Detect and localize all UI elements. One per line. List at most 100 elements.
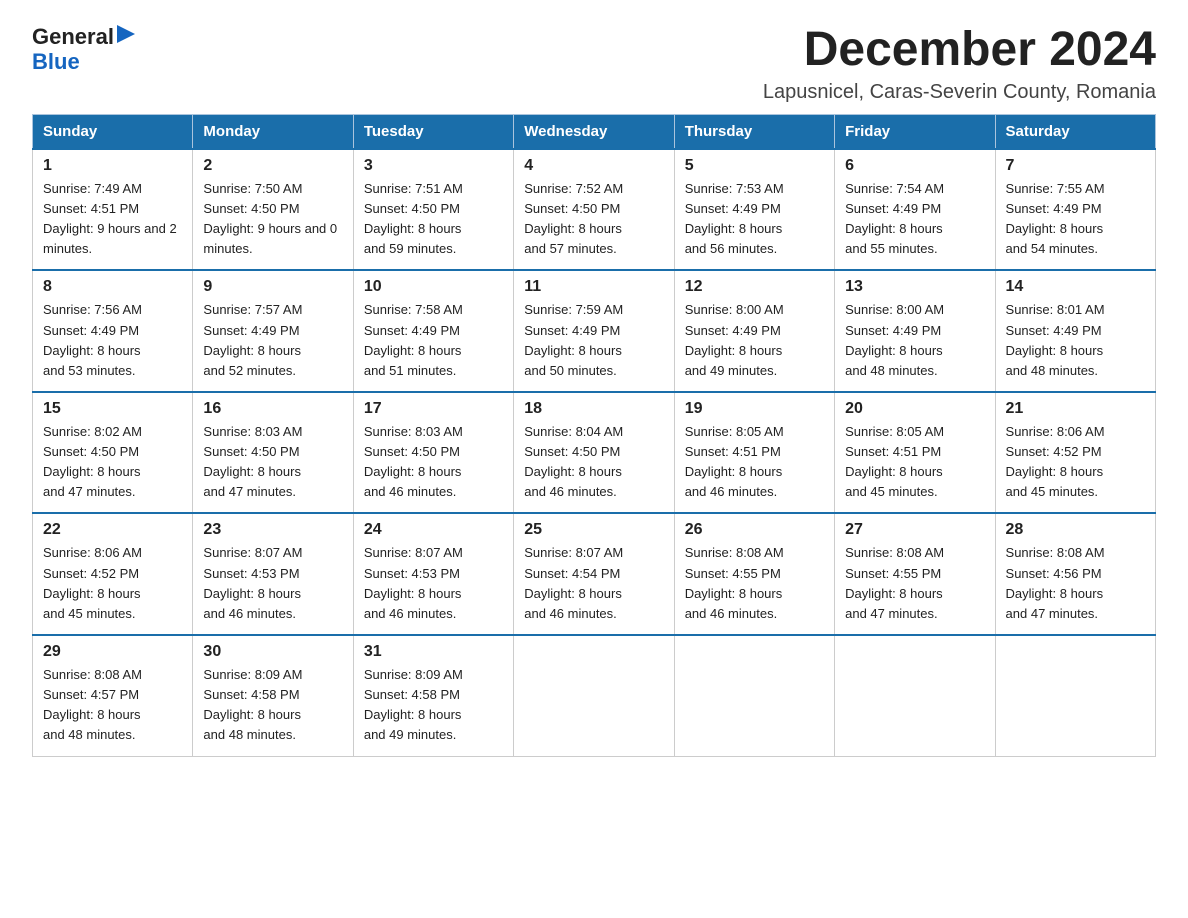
- calendar-cell: 24 Sunrise: 8:07 AMSunset: 4:53 PMDaylig…: [353, 513, 513, 635]
- calendar-week-row: 1 Sunrise: 7:49 AMSunset: 4:51 PMDayligh…: [33, 149, 1156, 271]
- calendar-cell: 7 Sunrise: 7:55 AMSunset: 4:49 PMDayligh…: [995, 149, 1155, 271]
- calendar-header-monday: Monday: [193, 114, 353, 149]
- logo-arrow-icon: [117, 25, 135, 43]
- day-info: Sunrise: 7:49 AMSunset: 4:51 PMDaylight:…: [43, 181, 177, 256]
- day-number: 24: [364, 521, 503, 539]
- day-info: Sunrise: 8:08 AMSunset: 4:56 PMDaylight:…: [1006, 545, 1105, 620]
- day-number: 11: [524, 278, 663, 296]
- day-info: Sunrise: 7:53 AMSunset: 4:49 PMDaylight:…: [685, 181, 784, 256]
- calendar-cell: 10 Sunrise: 7:58 AMSunset: 4:49 PMDaylig…: [353, 270, 513, 392]
- calendar-header-thursday: Thursday: [674, 114, 834, 149]
- calendar-week-row: 15 Sunrise: 8:02 AMSunset: 4:50 PMDaylig…: [33, 392, 1156, 514]
- day-info: Sunrise: 8:01 AMSunset: 4:49 PMDaylight:…: [1006, 302, 1105, 377]
- day-info: Sunrise: 8:09 AMSunset: 4:58 PMDaylight:…: [203, 667, 302, 742]
- day-info: Sunrise: 7:50 AMSunset: 4:50 PMDaylight:…: [203, 181, 337, 256]
- day-info: Sunrise: 7:57 AMSunset: 4:49 PMDaylight:…: [203, 302, 302, 377]
- calendar-cell: 13 Sunrise: 8:00 AMSunset: 4:49 PMDaylig…: [835, 270, 995, 392]
- calendar-week-row: 29 Sunrise: 8:08 AMSunset: 4:57 PMDaylig…: [33, 635, 1156, 756]
- calendar-header-friday: Friday: [835, 114, 995, 149]
- calendar-cell: 20 Sunrise: 8:05 AMSunset: 4:51 PMDaylig…: [835, 392, 995, 514]
- day-number: 7: [1006, 157, 1145, 175]
- day-info: Sunrise: 8:00 AMSunset: 4:49 PMDaylight:…: [685, 302, 784, 377]
- calendar-header-saturday: Saturday: [995, 114, 1155, 149]
- day-info: Sunrise: 7:55 AMSunset: 4:49 PMDaylight:…: [1006, 181, 1105, 256]
- calendar-cell: [514, 635, 674, 756]
- day-number: 27: [845, 521, 984, 539]
- day-info: Sunrise: 8:08 AMSunset: 4:57 PMDaylight:…: [43, 667, 142, 742]
- calendar-cell: 17 Sunrise: 8:03 AMSunset: 4:50 PMDaylig…: [353, 392, 513, 514]
- calendar-week-row: 8 Sunrise: 7:56 AMSunset: 4:49 PMDayligh…: [33, 270, 1156, 392]
- day-number: 30: [203, 643, 342, 661]
- day-number: 8: [43, 278, 182, 296]
- calendar-cell: 3 Sunrise: 7:51 AMSunset: 4:50 PMDayligh…: [353, 149, 513, 271]
- day-info: Sunrise: 8:04 AMSunset: 4:50 PMDaylight:…: [524, 424, 623, 499]
- calendar-cell: 26 Sunrise: 8:08 AMSunset: 4:55 PMDaylig…: [674, 513, 834, 635]
- day-number: 21: [1006, 400, 1145, 418]
- calendar-header-sunday: Sunday: [33, 114, 193, 149]
- calendar-cell: 21 Sunrise: 8:06 AMSunset: 4:52 PMDaylig…: [995, 392, 1155, 514]
- calendar-cell: 15 Sunrise: 8:02 AMSunset: 4:50 PMDaylig…: [33, 392, 193, 514]
- day-info: Sunrise: 8:07 AMSunset: 4:53 PMDaylight:…: [364, 545, 463, 620]
- day-number: 31: [364, 643, 503, 661]
- calendar-cell: 23 Sunrise: 8:07 AMSunset: 4:53 PMDaylig…: [193, 513, 353, 635]
- calendar-cell: 4 Sunrise: 7:52 AMSunset: 4:50 PMDayligh…: [514, 149, 674, 271]
- day-info: Sunrise: 8:07 AMSunset: 4:53 PMDaylight:…: [203, 545, 302, 620]
- day-number: 28: [1006, 521, 1145, 539]
- calendar-cell: [995, 635, 1155, 756]
- calendar-cell: [835, 635, 995, 756]
- calendar-cell: 19 Sunrise: 8:05 AMSunset: 4:51 PMDaylig…: [674, 392, 834, 514]
- day-number: 25: [524, 521, 663, 539]
- day-info: Sunrise: 8:06 AMSunset: 4:52 PMDaylight:…: [1006, 424, 1105, 499]
- calendar-cell: 29 Sunrise: 8:08 AMSunset: 4:57 PMDaylig…: [33, 635, 193, 756]
- day-number: 13: [845, 278, 984, 296]
- calendar-cell: 30 Sunrise: 8:09 AMSunset: 4:58 PMDaylig…: [193, 635, 353, 756]
- calendar-header-row: SundayMondayTuesdayWednesdayThursdayFrid…: [33, 114, 1156, 149]
- day-info: Sunrise: 7:58 AMSunset: 4:49 PMDaylight:…: [364, 302, 463, 377]
- calendar-week-row: 22 Sunrise: 8:06 AMSunset: 4:52 PMDaylig…: [33, 513, 1156, 635]
- location-title: Lapusnicel, Caras-Severin County, Romani…: [763, 81, 1156, 104]
- day-info: Sunrise: 8:03 AMSunset: 4:50 PMDaylight:…: [203, 424, 302, 499]
- calendar-cell: 31 Sunrise: 8:09 AMSunset: 4:58 PMDaylig…: [353, 635, 513, 756]
- day-info: Sunrise: 8:00 AMSunset: 4:49 PMDaylight:…: [845, 302, 944, 377]
- day-number: 20: [845, 400, 984, 418]
- title-block: December 2024 Lapusnicel, Caras-Severin …: [763, 24, 1156, 104]
- day-number: 29: [43, 643, 182, 661]
- day-number: 19: [685, 400, 824, 418]
- calendar-cell: 25 Sunrise: 8:07 AMSunset: 4:54 PMDaylig…: [514, 513, 674, 635]
- calendar-cell: 5 Sunrise: 7:53 AMSunset: 4:49 PMDayligh…: [674, 149, 834, 271]
- calendar-cell: 6 Sunrise: 7:54 AMSunset: 4:49 PMDayligh…: [835, 149, 995, 271]
- calendar-cell: 27 Sunrise: 8:08 AMSunset: 4:55 PMDaylig…: [835, 513, 995, 635]
- day-number: 17: [364, 400, 503, 418]
- day-number: 18: [524, 400, 663, 418]
- calendar-cell: 2 Sunrise: 7:50 AMSunset: 4:50 PMDayligh…: [193, 149, 353, 271]
- calendar-cell: [674, 635, 834, 756]
- day-number: 12: [685, 278, 824, 296]
- month-title: December 2024: [763, 24, 1156, 77]
- day-info: Sunrise: 8:08 AMSunset: 4:55 PMDaylight:…: [685, 545, 784, 620]
- day-info: Sunrise: 7:52 AMSunset: 4:50 PMDaylight:…: [524, 181, 623, 256]
- day-info: Sunrise: 8:03 AMSunset: 4:50 PMDaylight:…: [364, 424, 463, 499]
- day-number: 26: [685, 521, 824, 539]
- calendar-header-wednesday: Wednesday: [514, 114, 674, 149]
- day-info: Sunrise: 8:05 AMSunset: 4:51 PMDaylight:…: [685, 424, 784, 499]
- day-number: 1: [43, 157, 182, 175]
- day-number: 23: [203, 521, 342, 539]
- day-number: 3: [364, 157, 503, 175]
- calendar-cell: 22 Sunrise: 8:06 AMSunset: 4:52 PMDaylig…: [33, 513, 193, 635]
- logo-general: General: [32, 24, 114, 49]
- day-number: 2: [203, 157, 342, 175]
- calendar-cell: 16 Sunrise: 8:03 AMSunset: 4:50 PMDaylig…: [193, 392, 353, 514]
- day-number: 15: [43, 400, 182, 418]
- logo-blue: Blue: [32, 49, 80, 74]
- day-info: Sunrise: 7:59 AMSunset: 4:49 PMDaylight:…: [524, 302, 623, 377]
- calendar-cell: 11 Sunrise: 7:59 AMSunset: 4:49 PMDaylig…: [514, 270, 674, 392]
- day-number: 14: [1006, 278, 1145, 296]
- calendar-cell: 8 Sunrise: 7:56 AMSunset: 4:49 PMDayligh…: [33, 270, 193, 392]
- calendar-header-tuesday: Tuesday: [353, 114, 513, 149]
- calendar-cell: 12 Sunrise: 8:00 AMSunset: 4:49 PMDaylig…: [674, 270, 834, 392]
- calendar-cell: 14 Sunrise: 8:01 AMSunset: 4:49 PMDaylig…: [995, 270, 1155, 392]
- day-info: Sunrise: 8:05 AMSunset: 4:51 PMDaylight:…: [845, 424, 944, 499]
- calendar-cell: 18 Sunrise: 8:04 AMSunset: 4:50 PMDaylig…: [514, 392, 674, 514]
- day-info: Sunrise: 8:02 AMSunset: 4:50 PMDaylight:…: [43, 424, 142, 499]
- day-number: 6: [845, 157, 984, 175]
